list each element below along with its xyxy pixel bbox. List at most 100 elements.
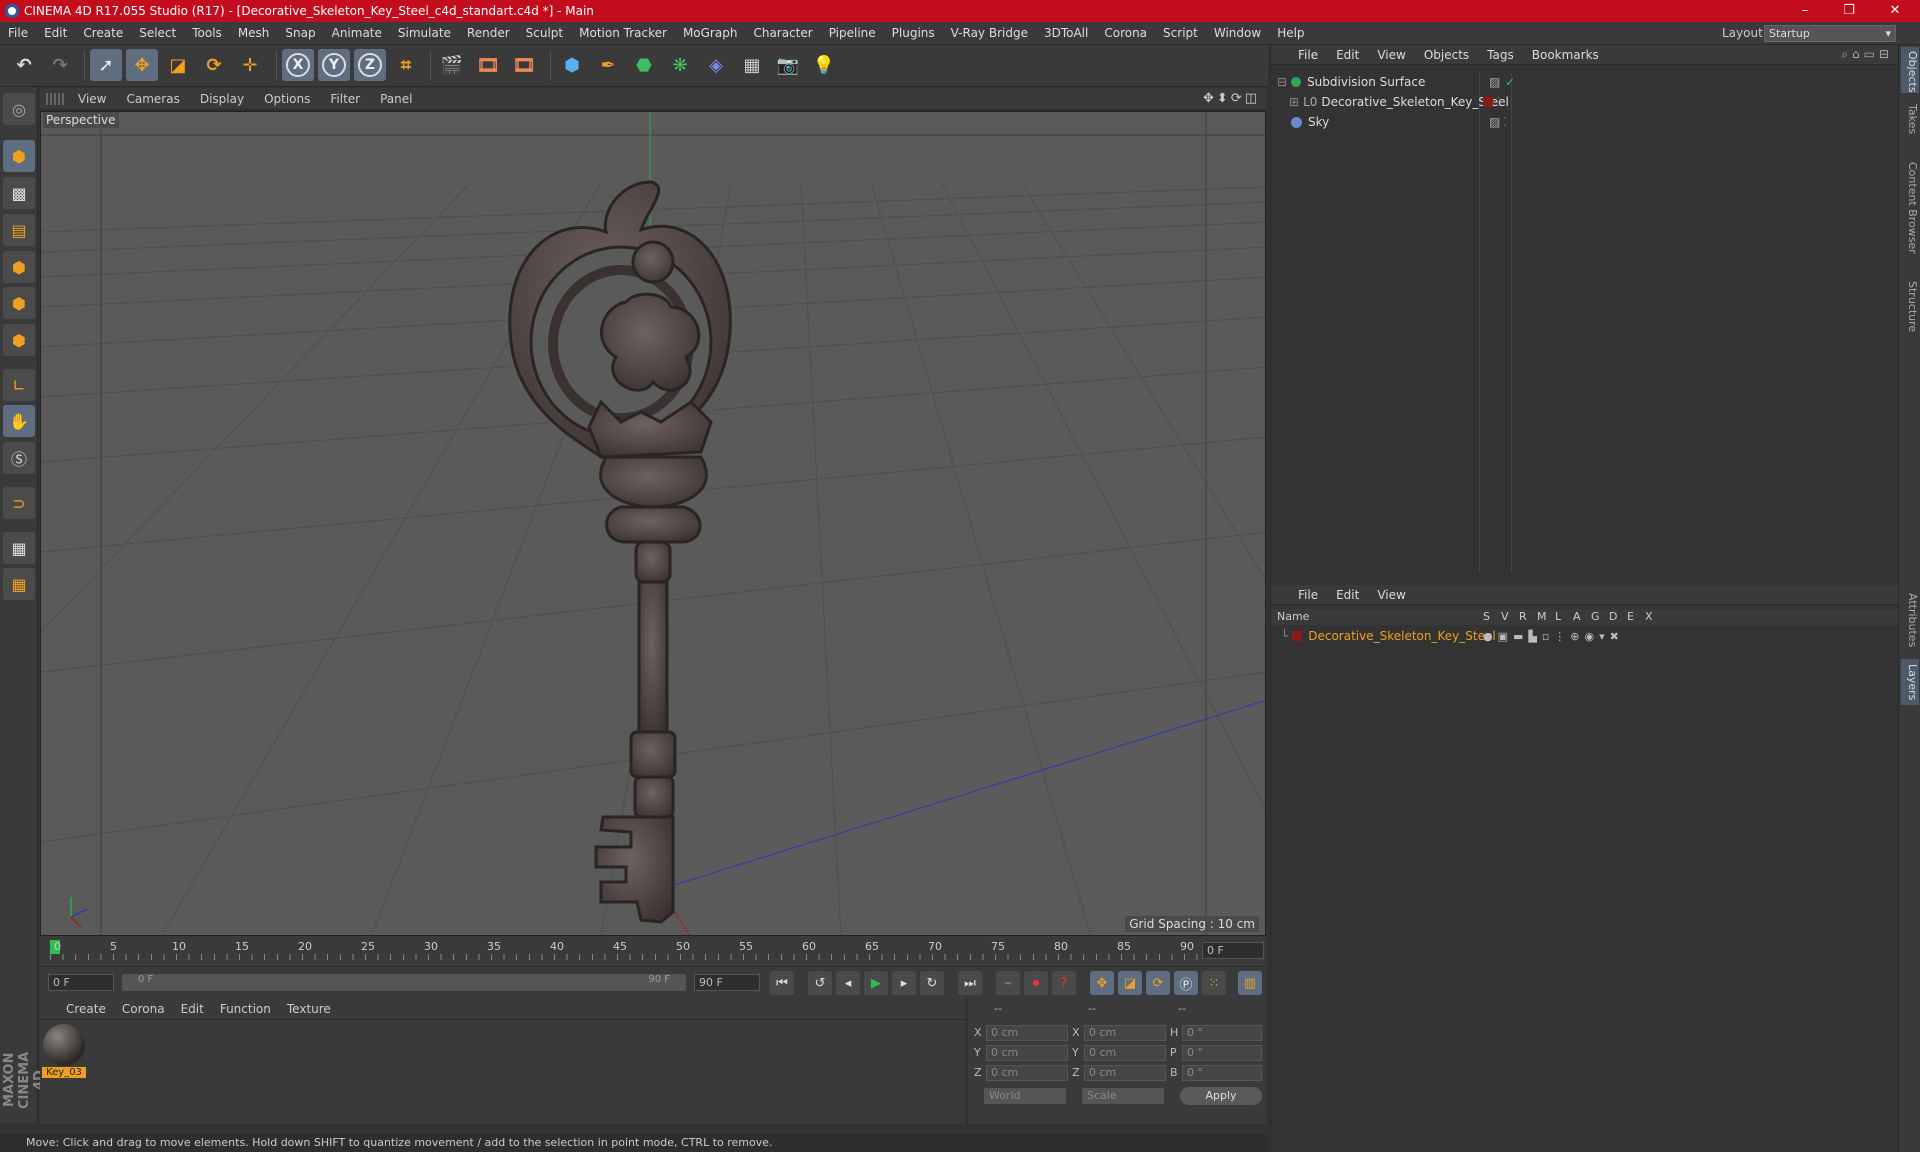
- key-rotation-icon[interactable]: ⟳: [1146, 971, 1170, 995]
- column-header-a[interactable]: A: [1573, 610, 1581, 623]
- column-header-v[interactable]: V: [1501, 610, 1509, 623]
- menu-tools[interactable]: Tools: [184, 26, 230, 40]
- visibility-toggle-icon[interactable]: ▨: [1489, 75, 1500, 89]
- object-row-sky[interactable]: Sky ▨ ⁚: [1277, 113, 1877, 131]
- column-header-x[interactable]: X: [1645, 610, 1653, 623]
- material-menu-corona[interactable]: Corona: [114, 1002, 173, 1016]
- object-menu-edit[interactable]: Edit: [1327, 48, 1368, 62]
- tab-objects[interactable]: Objects: [1901, 47, 1919, 93]
- menu-window[interactable]: Window: [1206, 26, 1269, 40]
- tab-attributes[interactable]: Attributes: [1901, 585, 1919, 655]
- keyframe-selection-icon[interactable]: ⌁: [996, 971, 1020, 995]
- menu-mesh[interactable]: Mesh: [230, 26, 278, 40]
- cloner-icon[interactable]: ❋: [664, 49, 696, 81]
- column-header-r[interactable]: R: [1519, 610, 1527, 623]
- tab-content-browser[interactable]: Content Browser: [1901, 145, 1919, 271]
- viewport-menu-options[interactable]: Options: [254, 92, 320, 106]
- render-settings-icon[interactable]: 🎞: [508, 49, 540, 81]
- menu-motion-tracker[interactable]: Motion Tracker: [571, 26, 675, 40]
- timeline-ruler[interactable]: 0 5 10 15 20 25 30 35 40 45 50 55 60 65 …: [40, 936, 1266, 966]
- close-button[interactable]: ✕: [1872, 0, 1918, 22]
- size-x-field[interactable]: 0 cm: [1084, 1025, 1166, 1041]
- planar-workplane-icon[interactable]: ▦: [3, 568, 35, 600]
- size-y-field[interactable]: 0 cm: [1084, 1045, 1166, 1061]
- layer-row[interactable]: └ Decorative_Skeleton_Key_Steel ●▣▬▙▫⋮⊕◉…: [1277, 627, 1877, 645]
- layer-color-swatch[interactable]: [1292, 631, 1303, 641]
- size-z-field[interactable]: 0 cm: [1084, 1065, 1166, 1081]
- layer-toggle-icons[interactable]: ●▣▬▙▫⋮⊕◉▾✖: [1483, 630, 1624, 643]
- column-header-l[interactable]: L: [1555, 610, 1561, 623]
- camera-label[interactable]: Perspective: [43, 112, 119, 128]
- timeline-track[interactable]: 0 5 10 15 20 25 30 35 40 45 50 55 60 65 …: [50, 940, 1198, 962]
- object-menu-file[interactable]: File: [1289, 48, 1327, 62]
- tab-layers[interactable]: Layers: [1901, 659, 1919, 705]
- tweak-mode-icon[interactable]: ✋: [3, 405, 35, 437]
- make-editable-icon[interactable]: ◎: [3, 93, 35, 125]
- object-row-skeleton-key[interactable]: ⊞ L0 Decorative_Skeleton_Key_Steel ⁚: [1289, 93, 1869, 111]
- lock-workplane-icon[interactable]: ▦: [3, 532, 35, 564]
- timeline-window-icon[interactable]: ▥: [1238, 971, 1262, 995]
- menu-create[interactable]: Create: [75, 26, 131, 40]
- camera-icon[interactable]: 📷: [772, 49, 804, 81]
- previous-key-icon[interactable]: ↺: [808, 971, 832, 995]
- menu-edit[interactable]: Edit: [36, 26, 75, 40]
- object-menu-view[interactable]: View: [1368, 48, 1414, 62]
- column-header-d[interactable]: D: [1609, 610, 1617, 623]
- tab-takes[interactable]: Takes: [1901, 99, 1919, 139]
- floor-scene-icon[interactable]: ▦: [736, 49, 768, 81]
- menu-corona[interactable]: Corona: [1096, 26, 1155, 40]
- menu-pipeline[interactable]: Pipeline: [821, 26, 884, 40]
- layer-menu-edit[interactable]: Edit: [1327, 588, 1368, 602]
- go-to-start-icon[interactable]: ⏮: [770, 971, 794, 995]
- coordinate-system-icon[interactable]: ⌗: [390, 49, 422, 81]
- start-frame-field[interactable]: 0 F: [48, 974, 114, 991]
- viewport-nav-icons[interactable]: ✥⬍⟳◫: [1203, 91, 1260, 106]
- snap-icon[interactable]: Ⓢ: [3, 442, 35, 474]
- move-tool-icon[interactable]: ✥: [126, 49, 158, 81]
- search-icon[interactable]: ⌕⌂▭⊟: [1841, 47, 1893, 62]
- polygons-mode-icon[interactable]: ⬢: [3, 324, 35, 356]
- transform-tool-icon[interactable]: ✛: [234, 49, 266, 81]
- object-menu-objects[interactable]: Objects: [1415, 48, 1478, 62]
- column-header-e[interactable]: E: [1627, 610, 1634, 623]
- object-menu-bookmarks[interactable]: Bookmarks: [1523, 48, 1608, 62]
- viewport-menu-display[interactable]: Display: [190, 92, 254, 106]
- material-menu-function[interactable]: Function: [212, 1002, 279, 1016]
- viewport-menu-filter[interactable]: Filter: [320, 92, 370, 106]
- next-frame-icon[interactable]: ▸: [892, 971, 916, 995]
- visibility-dots-icon[interactable]: ⁚: [1503, 115, 1507, 129]
- menu-3dtoall[interactable]: 3DToAll: [1036, 26, 1096, 40]
- menu-simulate[interactable]: Simulate: [390, 26, 459, 40]
- visibility-toggle-icon[interactable]: ▨: [1489, 115, 1500, 129]
- minimize-button[interactable]: –: [1782, 0, 1828, 22]
- column-header-m[interactable]: M: [1537, 610, 1547, 623]
- magnet-icon[interactable]: ⊃: [3, 487, 35, 519]
- 3d-viewport[interactable]: Perspective Grid Spacing : 10 cm: [40, 111, 1266, 936]
- workplane-icon[interactable]: ▤: [3, 214, 35, 246]
- y-axis-lock-button[interactable]: Y: [318, 49, 350, 81]
- apply-button[interactable]: Apply: [1180, 1087, 1262, 1105]
- layer-menu-view[interactable]: View: [1368, 588, 1414, 602]
- coord-system-select[interactable]: World: [984, 1088, 1066, 1104]
- edges-mode-icon[interactable]: ⬢: [3, 287, 35, 319]
- material-menu-texture[interactable]: Texture: [279, 1002, 339, 1016]
- layer-color-swatch[interactable]: [1483, 97, 1493, 107]
- preview-range-slider[interactable]: 0 F 90 F: [122, 974, 686, 991]
- axis-mode-icon[interactable]: ∟: [3, 369, 35, 401]
- subdivision-surface-icon[interactable]: ⬣: [628, 49, 660, 81]
- menu-plugins[interactable]: Plugins: [884, 26, 943, 40]
- next-key-icon[interactable]: ↻: [920, 971, 944, 995]
- key-scale-icon[interactable]: ◪: [1118, 971, 1142, 995]
- x-axis-lock-button[interactable]: X: [282, 49, 314, 81]
- material-menu-edit[interactable]: Edit: [173, 1002, 212, 1016]
- rotate-tool-icon[interactable]: ⟳: [198, 49, 230, 81]
- live-selection-icon[interactable]: ➚: [90, 49, 122, 81]
- tab-structure[interactable]: Structure: [1901, 277, 1919, 337]
- visibility-dots-icon[interactable]: ⁚: [1497, 95, 1501, 109]
- layer-menu-file[interactable]: File: [1289, 588, 1327, 602]
- points-mode-icon[interactable]: ⬢: [3, 251, 35, 283]
- material-menu-create[interactable]: Create: [58, 1002, 114, 1016]
- key-pla-icon[interactable]: ⁙: [1202, 971, 1226, 995]
- layout-select[interactable]: Startup ▾: [1764, 25, 1896, 42]
- size-mode-select[interactable]: Scale: [1082, 1088, 1164, 1104]
